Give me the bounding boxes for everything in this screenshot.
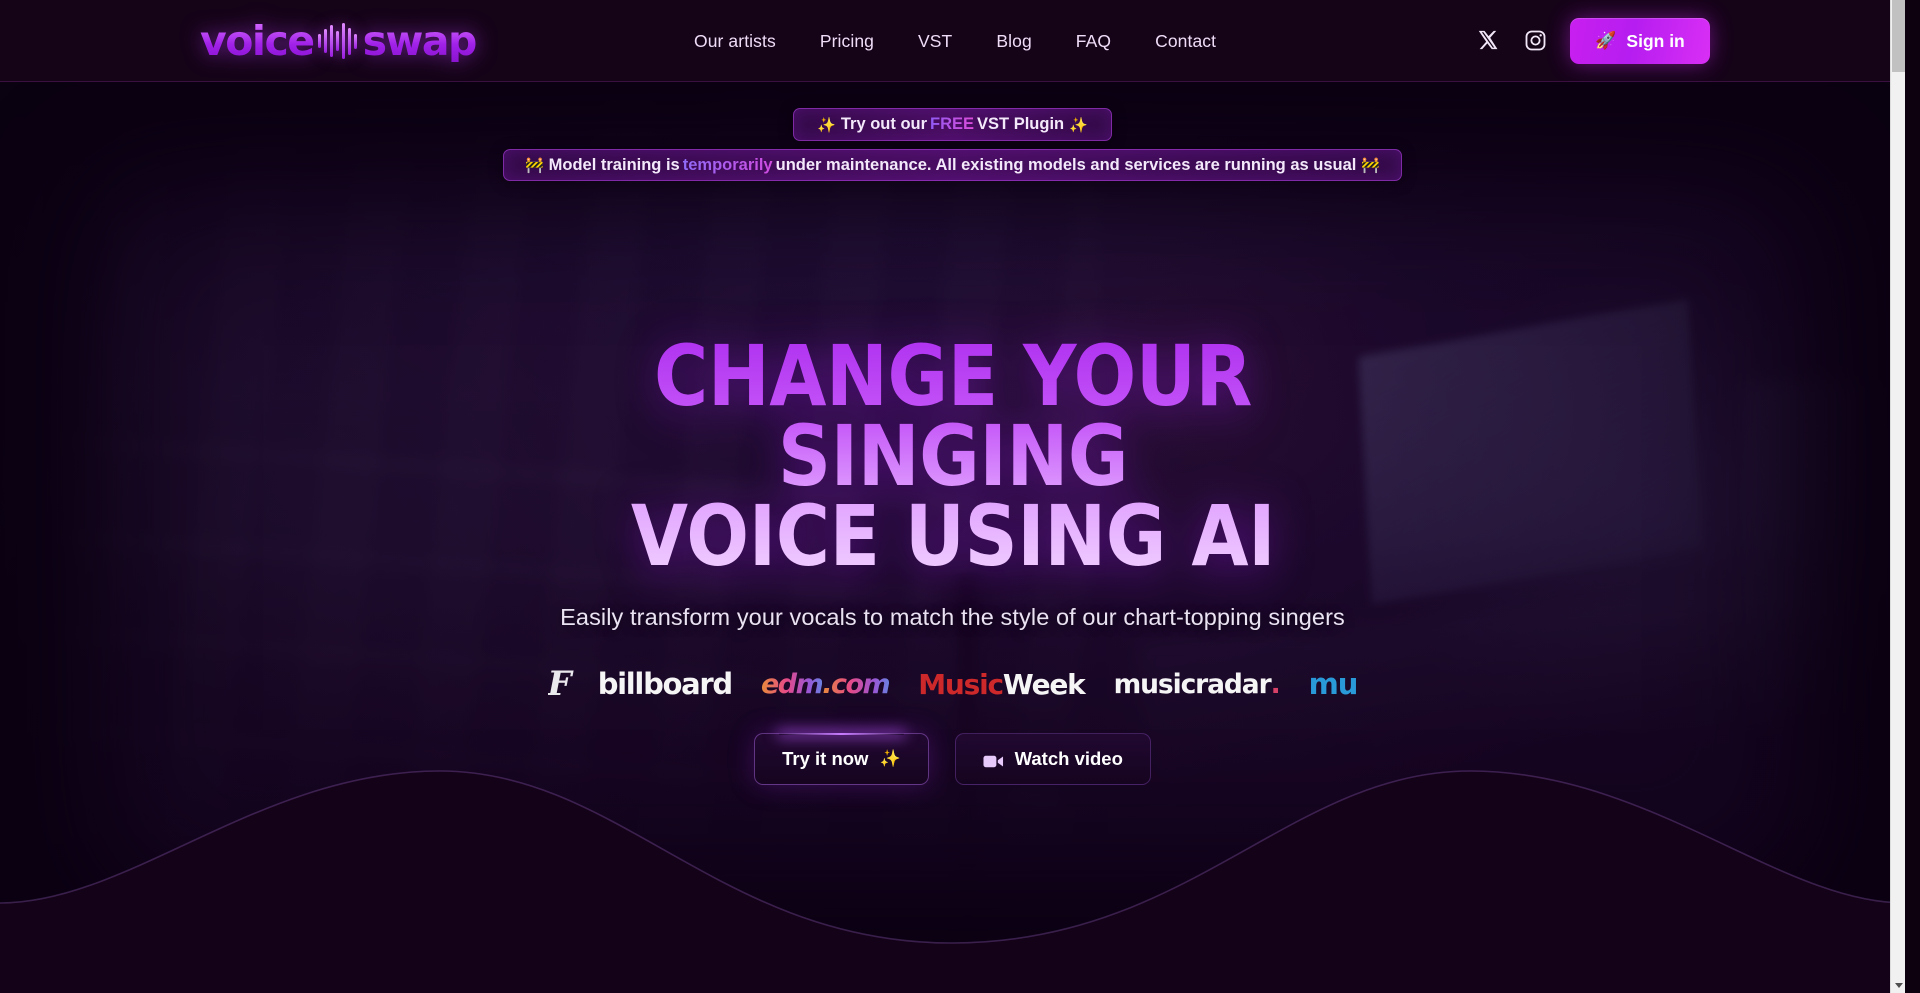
nav-item-our-artists[interactable]: Our artists [672,0,798,82]
nav-item-pricing[interactable]: Pricing [798,0,896,82]
page-root: voice swap Our artists Pricing VST Blog … [0,0,1905,993]
try-it-now-label: Try it now [782,748,869,770]
headline-line-1: Change your singing [653,327,1252,505]
page-scrollbar[interactable] [1890,0,1905,993]
video-camera-icon [983,752,1004,768]
musicradar-logo: musicradar. [1113,668,1281,700]
nav-item-blog[interactable]: Blog [974,0,1053,82]
main-nav: Our artists Pricing VST Blog FAQ Contact [672,0,1238,82]
headline-line-2: voice using AI [630,486,1275,585]
rocket-icon: 🚀 [1595,30,1617,50]
musicradar-logo-dot: . [1270,668,1281,700]
x-twitter-icon[interactable] [1477,29,1501,53]
musicweek-logo: Music Week [918,662,1086,706]
hero-content: Change your singing voice using AI Easil… [0,82,1905,993]
sign-in-button[interactable]: 🚀 Sign in [1570,18,1710,64]
watch-video-button[interactable]: Watch video [954,733,1151,786]
page-title: Change your singing voice using AI [469,337,1437,576]
hero-subtitle: Easily transform your vocals to match th… [560,604,1345,631]
musicweek-logo-part1: Music [918,667,1004,701]
scrollbar-thumb[interactable] [1892,0,1905,72]
try-it-now-button[interactable]: Try it now ✨ [754,733,929,786]
scrollbar-down-arrow[interactable] [1891,978,1905,993]
hero-section: ✨ Try out our FREE VST Plugin ✨ 🚧 Model … [0,82,1905,993]
browser-viewport: voice swap Our artists Pricing VST Blog … [0,0,1920,993]
sign-in-label: Sign in [1626,30,1685,51]
hero-cta-group: Try it now ✨ Watch video [754,733,1151,786]
sparkles-icon: ✨ [879,749,901,769]
edm-logo-suffix: .com [822,668,890,700]
billboard-logo: billboard [597,667,734,702]
edm-logo: edm .com [760,668,891,700]
nav-item-contact[interactable]: Contact [1133,0,1238,82]
nav-item-faq[interactable]: FAQ [1054,0,1133,82]
watch-video-label: Watch video [1014,748,1123,770]
site-header: voice swap Our artists Pricing VST Blog … [0,0,1905,82]
site-logo[interactable]: voice swap [200,14,477,68]
logo-text-voice: voice [200,16,315,65]
logo-text-swap: swap [362,16,478,65]
waveform-icon [317,21,357,61]
press-logo-carousel: F billboard edm .com Music Week musicradar… [548,657,1358,711]
nav-item-vst[interactable]: VST [896,0,974,82]
forbes-logo: F [547,664,572,705]
musicweek-logo-part2: Week [1002,667,1086,701]
instagram-icon[interactable] [1524,29,1548,53]
mu-logo: mu [1308,667,1358,702]
